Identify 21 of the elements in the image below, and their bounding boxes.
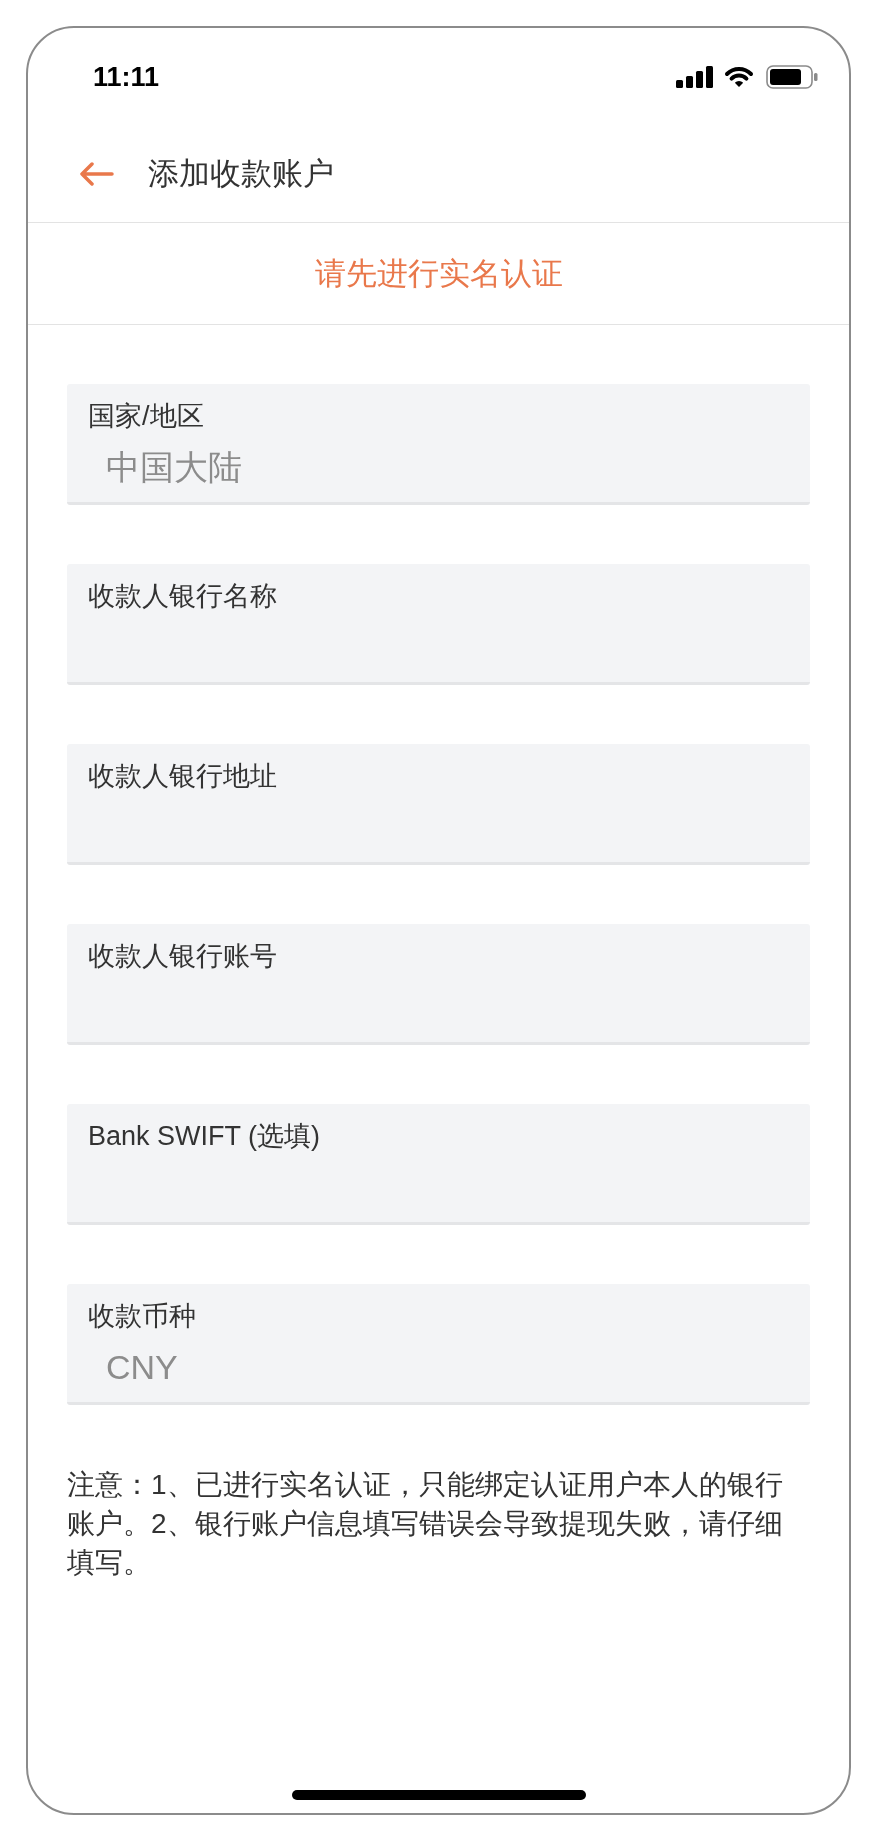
field-label: Bank SWIFT (选填) [88,1120,321,1153]
input-field[interactable]: 收款人银行账号 [67,924,810,1045]
field-label: 国家/地区 [88,400,204,433]
input-field[interactable]: 国家/地区 中国大陆 [67,384,810,505]
status-time: 11:11 [93,61,160,93]
field-label: 收款币种 [88,1300,196,1333]
signal-icon [676,66,713,88]
wifi-icon [724,66,754,88]
field-label: 收款人银行名称 [88,580,277,613]
field-value: 中国大陆 [106,447,242,487]
back-arrow-icon[interactable] [79,162,114,186]
field-label: 收款人银行账号 [88,940,277,973]
input-field[interactable]: 收款币种 CNY [67,1284,810,1405]
field-value: CNY [106,1347,178,1387]
battery-icon [766,65,818,89]
notice-text: 注意：1、已进行实名认证，只能绑定认证用户本人的银行账户。2、银行账户信息填写错误会导致提现失败，请仔细填写。 [67,1468,784,1580]
page-title: 添加收款账户 [148,155,334,193]
input-field[interactable]: 收款人银行地址 [67,744,810,865]
input-field[interactable]: Bank SWIFT (选填) [67,1104,810,1225]
input-field[interactable]: 收款人银行名称 [67,564,810,685]
field-label: 收款人银行地址 [88,760,277,793]
